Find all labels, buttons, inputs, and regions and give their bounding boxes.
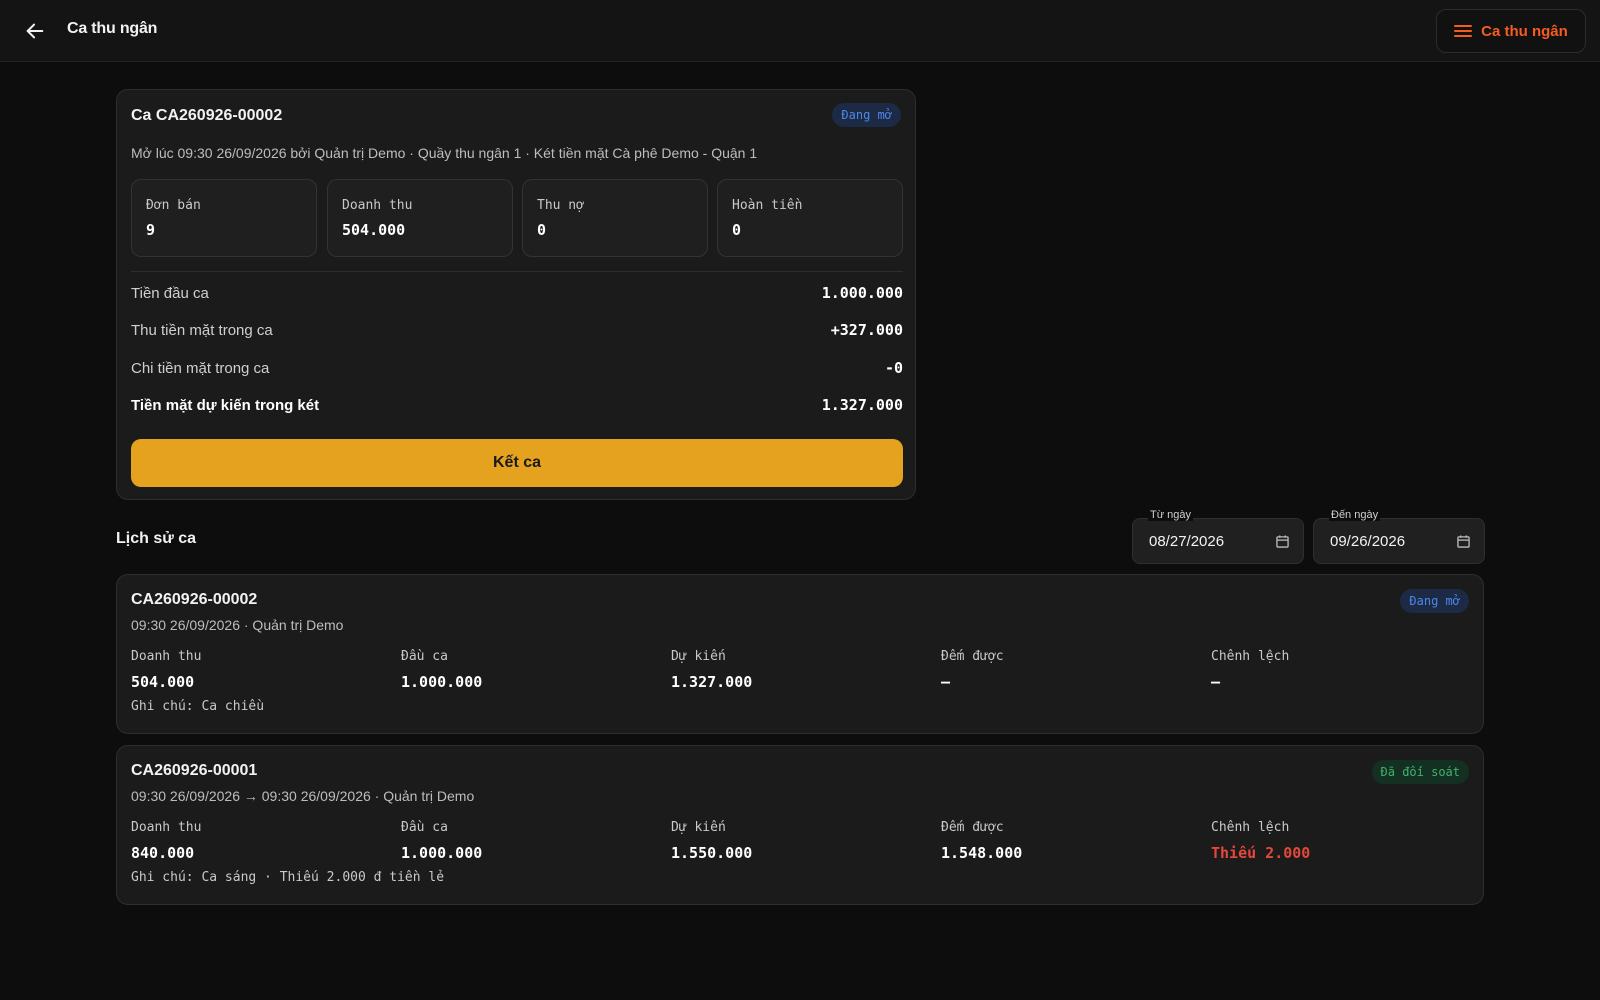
metric-counted: Đếm được 1.548.000	[941, 820, 1201, 862]
metric-value: Thiếu 2.000	[1211, 844, 1311, 862]
stat-revenue: Doanh thu 504.000	[327, 179, 513, 257]
to-date-label: Đến ngày	[1329, 509, 1381, 521]
from-date-label: Từ ngày	[1148, 509, 1193, 521]
stat-orders: Đơn bán 9	[131, 179, 317, 257]
calendar-icon	[1276, 534, 1289, 548]
stat-label: Đơn bán	[146, 198, 201, 213]
metric-value: 1.548.000	[941, 844, 1023, 862]
metric-value: 1.000.000	[401, 844, 483, 862]
shift-id: CA260926-00001	[131, 762, 258, 779]
metric-value: —	[1211, 673, 1221, 691]
expected-cash-row: Tiền mặt dự kiến trong két 1.327.000	[131, 394, 903, 416]
metric-value: 1.550.000	[671, 844, 753, 862]
history-shift-card[interactable]: CA260926-00001 Đã đối soát 09:30 26/09/2…	[116, 745, 1484, 905]
back-button[interactable]	[20, 16, 50, 46]
stat-label: Thu nợ	[537, 198, 584, 213]
shift-note: Ghi chú: Ca sáng · Thiếu 2.000 đ tiền lẻ	[131, 870, 445, 885]
row-value: 1.000.000	[821, 284, 903, 302]
metric-opening: Đầu ca 1.000.000	[401, 649, 661, 691]
current-shift-card: Ca CA260926-00002 Đang mở Mở lúc 09:30 2…	[116, 89, 916, 500]
metric-revenue: Doanh thu 504.000	[131, 649, 391, 691]
metric-difference: Chênh lệch Thiếu 2.000	[1211, 820, 1471, 862]
top-bar: Ca thu ngân Ca thu ngân	[0, 0, 1600, 62]
stat-label: Hoàn tiền	[732, 198, 803, 213]
cash-out-row: Chi tiền mặt trong ca -0	[131, 357, 903, 379]
cash-in-row: Thu tiền mặt trong ca +327.000	[131, 319, 903, 341]
shift-subtitle: 09:30 26/09/2026 · Quản trị Demo	[131, 617, 344, 633]
opening-cash-row: Tiền đầu ca 1.000.000	[131, 282, 903, 304]
metric-value: 1.327.000	[671, 673, 753, 691]
metric-label: Dự kiến	[671, 820, 726, 835]
row-label: Tiền mặt dự kiến trong két	[131, 396, 320, 414]
history-shift-card[interactable]: CA260926-00002 Đang mở 09:30 26/09/2026 …	[116, 574, 1484, 734]
row-label: Thu tiền mặt trong ca	[131, 321, 273, 339]
history-title: Lịch sử ca	[116, 530, 197, 547]
metric-expected: Dự kiến 1.550.000	[671, 820, 931, 862]
stat-value: 504.000	[342, 221, 406, 239]
metric-label: Đếm được	[941, 649, 1004, 664]
metric-label: Đầu ca	[401, 820, 448, 835]
metric-value: 504.000	[131, 673, 195, 691]
page-title: Ca thu ngân	[67, 20, 158, 37]
metric-label: Doanh thu	[131, 649, 202, 664]
metric-value: —	[941, 673, 951, 691]
stat-label: Doanh thu	[342, 198, 413, 213]
stat-value: 9	[146, 221, 156, 239]
metric-label: Đếm được	[941, 820, 1004, 835]
row-label: Tiền đầu ca	[131, 284, 209, 302]
metric-label: Chênh lệch	[1211, 649, 1290, 664]
metric-label: Đầu ca	[401, 649, 448, 664]
to-date-input[interactable]: 09/26/2026	[1313, 518, 1485, 564]
status-badge: Đã đối soát	[1371, 760, 1469, 784]
metric-revenue: Doanh thu 840.000	[131, 820, 391, 862]
stat-value: 0	[732, 221, 742, 239]
metric-label: Chênh lệch	[1211, 820, 1290, 835]
status-badge: Đang mở	[832, 103, 901, 127]
close-shift-button[interactable]: Kết ca	[131, 439, 903, 487]
metric-value: 1.000.000	[401, 673, 483, 691]
divider	[131, 271, 903, 272]
metric-label: Dự kiến	[671, 649, 726, 664]
metric-expected: Dự kiến 1.327.000	[671, 649, 931, 691]
metric-label: Doanh thu	[131, 820, 202, 835]
menu-icon	[1454, 25, 1473, 37]
shift-note: Ghi chú: Ca chiều	[131, 699, 265, 714]
row-value: 1.327.000	[821, 396, 903, 414]
calendar-icon	[1457, 534, 1470, 548]
stat-debt-collected: Thu nợ 0	[522, 179, 708, 257]
shift-subtitle: 09:30 26/09/2026 → 09:30 26/09/2026 · Qu…	[131, 788, 475, 804]
metric-difference: Chênh lệch —	[1211, 649, 1471, 691]
status-badge: Đang mở	[1400, 589, 1469, 613]
shift-subtitle: Mở lúc 09:30 26/09/2026 bởi Quản trị Dem…	[131, 145, 758, 161]
menu-button-label: Ca thu ngân	[1481, 22, 1568, 40]
from-date-input[interactable]: 08/27/2026	[1132, 518, 1304, 564]
row-value: +327.000	[830, 321, 903, 339]
metric-opening: Đầu ca 1.000.000	[401, 820, 661, 862]
from-date-field: 08/27/2026 Từ ngày	[1132, 509, 1304, 564]
from-date-value: 08/27/2026	[1149, 532, 1225, 550]
metric-counted: Đếm được —	[941, 649, 1201, 691]
row-label: Chi tiền mặt trong ca	[131, 359, 270, 377]
arrow-left-icon	[26, 23, 44, 39]
metric-value: 840.000	[131, 844, 195, 862]
to-date-value: 09/26/2026	[1330, 532, 1406, 550]
shift-title: Ca CA260926-00002	[131, 107, 283, 124]
menu-button[interactable]: Ca thu ngân	[1436, 9, 1586, 53]
stat-value: 0	[537, 221, 547, 239]
to-date-field: 09/26/2026 Đến ngày	[1313, 509, 1485, 564]
stat-refunds: Hoàn tiền 0	[717, 179, 903, 257]
row-value: -0	[884, 359, 903, 377]
shift-id: CA260926-00002	[131, 591, 258, 608]
